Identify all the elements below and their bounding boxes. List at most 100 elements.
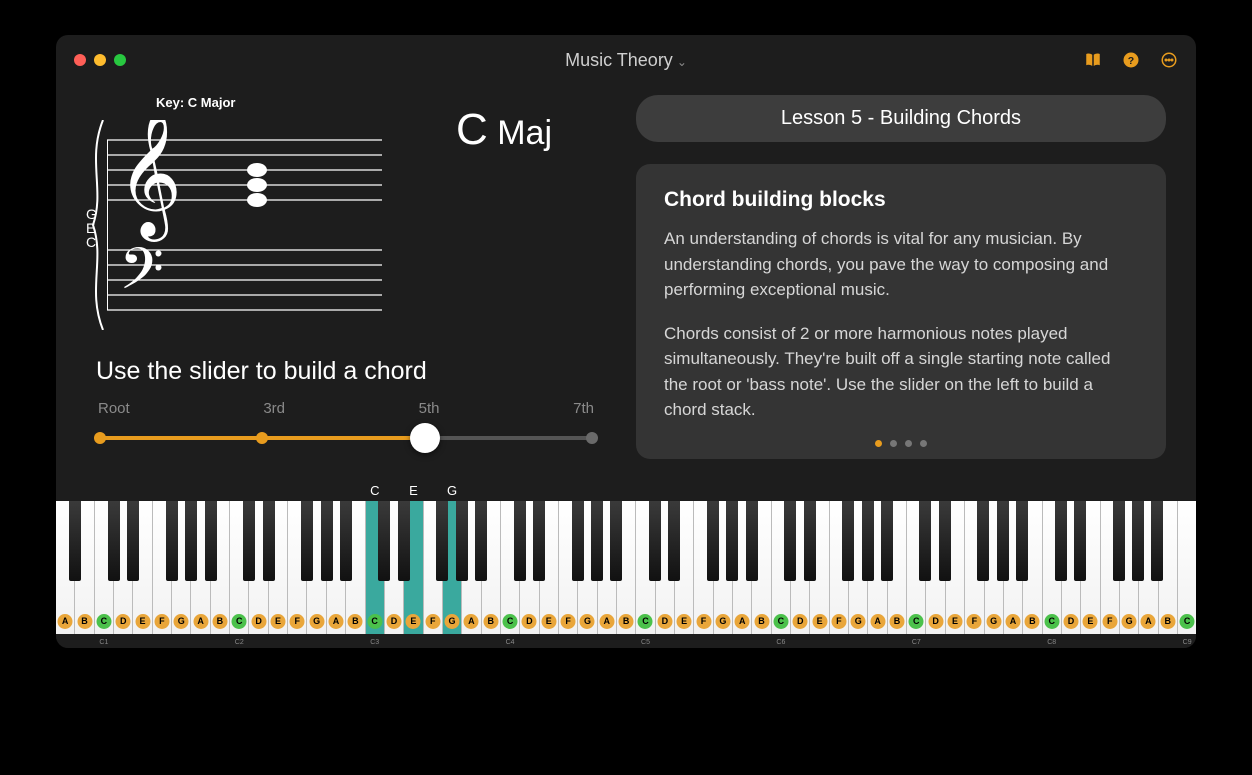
black-key[interactable] <box>533 501 545 581</box>
black-key[interactable] <box>784 501 796 581</box>
black-key[interactable] <box>1113 501 1125 581</box>
note-dot: A <box>58 614 73 629</box>
black-key[interactable] <box>862 501 874 581</box>
lesson-card: Chord building blocks An understanding o… <box>636 164 1166 459</box>
lesson-title-pill[interactable]: Lesson 5 - Building Chords <box>636 95 1166 142</box>
black-key[interactable] <box>1016 501 1028 581</box>
black-key[interactable] <box>919 501 931 581</box>
note-dot: D <box>251 614 266 629</box>
black-key[interactable] <box>378 501 390 581</box>
black-key[interactable] <box>610 501 622 581</box>
note-dot: B <box>889 614 904 629</box>
black-key[interactable] <box>881 501 893 581</box>
black-key[interactable] <box>436 501 448 581</box>
note-dot: A <box>1006 614 1021 629</box>
page-indicator[interactable] <box>636 440 1166 447</box>
page-dot[interactable] <box>905 440 912 447</box>
black-key[interactable] <box>69 501 81 581</box>
note-dot: F <box>967 614 982 629</box>
note-dot: B <box>619 614 634 629</box>
octave-label: C7 <box>912 639 921 646</box>
page-dot[interactable] <box>920 440 927 447</box>
note-dot: B <box>1025 614 1040 629</box>
chord-key-label: G <box>447 483 457 498</box>
black-key[interactable] <box>514 501 526 581</box>
left-pane: Key: C Major C Maj G E C <box>86 95 606 459</box>
black-key[interactable] <box>726 501 738 581</box>
black-key[interactable] <box>842 501 854 581</box>
note-dot: E <box>812 614 827 629</box>
black-key[interactable] <box>243 501 255 581</box>
octave-label: C1 <box>99 639 108 646</box>
lesson-paragraph: Chords consist of 2 or more harmonious n… <box>664 321 1138 423</box>
black-key[interactable] <box>398 501 410 581</box>
slider-tick[interactable] <box>586 432 598 444</box>
help-icon[interactable]: ? <box>1122 51 1140 69</box>
minimize-button[interactable] <box>94 54 106 66</box>
note-dot: E <box>406 614 421 629</box>
black-key[interactable] <box>340 501 352 581</box>
close-button[interactable] <box>74 54 86 66</box>
black-key[interactable] <box>649 501 661 581</box>
chord-name: C Maj <box>456 105 552 155</box>
octave-label: C4 <box>506 639 515 646</box>
white-key[interactable]: CC9 <box>1178 501 1196 634</box>
black-key[interactable] <box>127 501 139 581</box>
lesson-paragraph: An understanding of chords is vital for … <box>664 226 1138 303</box>
note-dot: C <box>96 614 111 629</box>
slider-label: 7th <box>573 400 594 417</box>
note-dot: F <box>290 614 305 629</box>
black-key[interactable] <box>939 501 951 581</box>
page-dot[interactable] <box>875 440 882 447</box>
black-key[interactable] <box>456 501 468 581</box>
note-dot: G <box>1122 614 1137 629</box>
black-key[interactable] <box>668 501 680 581</box>
black-key[interactable] <box>475 501 487 581</box>
black-key[interactable] <box>166 501 178 581</box>
black-key[interactable] <box>321 501 333 581</box>
note-dot: C <box>503 614 518 629</box>
app-window: Music Theory⌄ ? Key: C Major C Maj G E <box>56 35 1196 648</box>
page-dot[interactable] <box>890 440 897 447</box>
more-icon[interactable] <box>1160 51 1178 69</box>
slider-thumb[interactable] <box>410 423 440 453</box>
black-key[interactable] <box>1074 501 1086 581</box>
black-key[interactable] <box>263 501 275 581</box>
note-dot: G <box>715 614 730 629</box>
note-dot: E <box>677 614 692 629</box>
note-dot: D <box>522 614 537 629</box>
octave-label: C6 <box>776 639 785 646</box>
black-key[interactable] <box>108 501 120 581</box>
black-key[interactable] <box>1151 501 1163 581</box>
note-dot: A <box>328 614 343 629</box>
slider-tick[interactable] <box>94 432 106 444</box>
slider-label: Root <box>98 400 130 417</box>
octave-label: C8 <box>1047 639 1056 646</box>
black-key[interactable] <box>746 501 758 581</box>
black-key[interactable] <box>1055 501 1067 581</box>
slider-tick[interactable] <box>256 432 268 444</box>
note-dot: G <box>174 614 189 629</box>
note-dot: E <box>1083 614 1098 629</box>
black-key[interactable] <box>997 501 1009 581</box>
black-key[interactable] <box>804 501 816 581</box>
black-key[interactable] <box>185 501 197 581</box>
note-dot: G <box>851 614 866 629</box>
black-key[interactable] <box>301 501 313 581</box>
book-icon[interactable] <box>1084 51 1102 69</box>
black-key[interactable] <box>1132 501 1144 581</box>
black-key[interactable] <box>977 501 989 581</box>
chord-slider[interactable] <box>100 423 592 453</box>
maximize-button[interactable] <box>114 54 126 66</box>
black-key[interactable] <box>572 501 584 581</box>
chord-key-labels: CEG <box>56 483 1196 501</box>
note-dot: G <box>445 614 460 629</box>
right-pane: Lesson 5 - Building Chords Chord buildin… <box>636 95 1166 459</box>
slider-label: 5th <box>419 400 440 417</box>
black-key[interactable] <box>591 501 603 581</box>
svg-text:?: ? <box>1128 55 1134 67</box>
black-key[interactable] <box>205 501 217 581</box>
black-key[interactable] <box>707 501 719 581</box>
note-dot: G <box>580 614 595 629</box>
title-dropdown[interactable]: Music Theory⌄ <box>56 50 1196 71</box>
